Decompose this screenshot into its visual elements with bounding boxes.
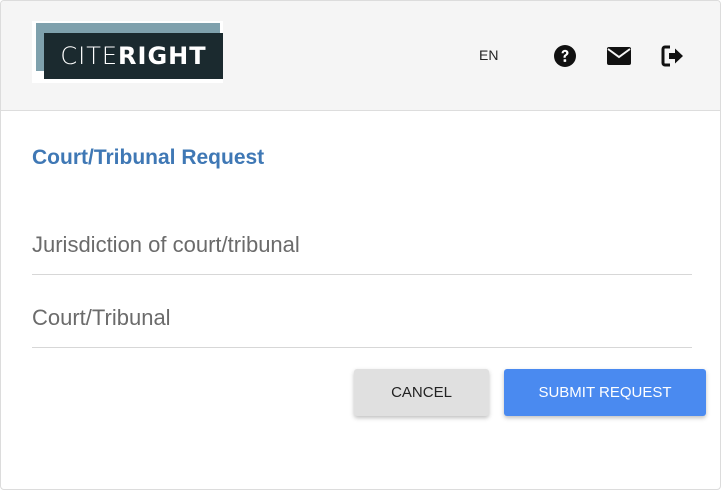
logo-text-bold: RIGHT: [118, 42, 207, 70]
jurisdiction-field: [32, 228, 692, 275]
help-icon[interactable]: [552, 43, 578, 69]
submit-request-button[interactable]: SUBMIT REQUEST: [504, 369, 706, 416]
mail-icon-svg: [607, 47, 631, 65]
logout-icon[interactable]: [660, 43, 686, 69]
form-title: Court/Tribunal Request: [32, 146, 265, 169]
logo-text-light: CITE: [60, 42, 119, 70]
jurisdiction-input[interactable]: [32, 228, 692, 262]
header-bar: CITE RIGHT EN: [1, 1, 720, 111]
language-selector[interactable]: EN: [479, 47, 498, 63]
mail-icon[interactable]: [606, 43, 632, 69]
cancel-button[interactable]: CANCEL: [354, 369, 489, 416]
request-dialog: CITE RIGHT EN Court/Tribunal Request Jur…: [0, 0, 721, 490]
citeright-logo: CITE RIGHT: [32, 21, 223, 83]
court-input[interactable]: [32, 301, 692, 335]
logo-plate: CITE RIGHT: [44, 33, 223, 79]
logout-icon-svg: [661, 45, 683, 67]
court-field: [32, 301, 692, 348]
help-icon-svg: [554, 45, 576, 67]
